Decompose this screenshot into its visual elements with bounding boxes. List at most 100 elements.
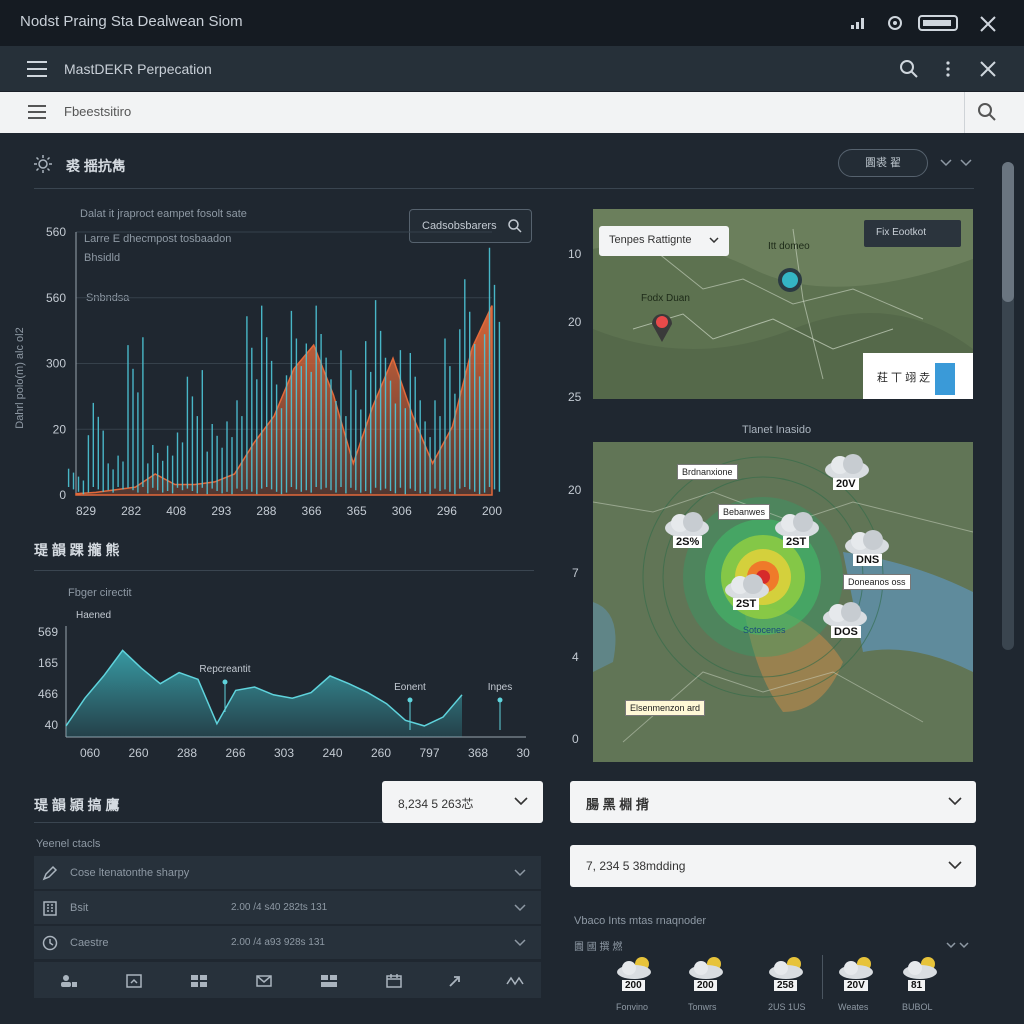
- radar-chip: Elsenmenzon ard: [625, 700, 706, 716]
- search-submit-icon[interactable]: [978, 103, 996, 121]
- x-tick-label: 296: [437, 504, 457, 518]
- radar-chip: Doneanos oss: [843, 574, 911, 590]
- map-pin-red-icon[interactable]: [649, 309, 675, 343]
- chevron-down-icon[interactable]: [940, 157, 972, 169]
- map-bottom-caption: Tlanet Inasido: [742, 424, 812, 436]
- calendar-icon[interactable]: [386, 974, 402, 988]
- x-tick-label: 368: [468, 746, 488, 760]
- chevron-down-icon[interactable]: [946, 942, 970, 950]
- settings-row[interactable]: Bsit 2.00 /4 s40 282ts 131: [34, 891, 541, 925]
- map-top-y-tick: 20: [568, 315, 582, 329]
- dashboard-toggle-button[interactable]: 圚裘 翟: [838, 149, 928, 177]
- y-tick-label: 0: [59, 488, 66, 502]
- annotation-dot: [222, 679, 228, 685]
- map-fix-button[interactable]: Fix Eootkot: [864, 220, 961, 247]
- users-icon[interactable]: [60, 974, 78, 988]
- forecast-label: Weates: [838, 1002, 869, 1012]
- cloud-label: DNS: [853, 554, 883, 566]
- row-value: 2.00 /4 s40 282ts 131: [231, 902, 328, 913]
- scrollbar-thumb[interactable]: [1002, 162, 1014, 302]
- search-bar: Fbeestsitiro: [0, 92, 1024, 133]
- x-tick-label: 200: [482, 504, 502, 518]
- legend-search-icon[interactable]: [508, 219, 522, 233]
- weather-icon[interactable]: [686, 955, 730, 981]
- y-tick-label: 40: [45, 718, 59, 732]
- x-tick-label: 366: [302, 504, 322, 518]
- chart-icon[interactable]: [126, 974, 142, 988]
- search-divider: [964, 92, 965, 133]
- apps-icon[interactable]: [320, 974, 338, 988]
- y-tick-label: 300: [46, 357, 66, 371]
- map-radar[interactable]: Brdnanxione Bebanwes Doneanos oss Elsenm…: [593, 442, 973, 762]
- map-bottom-y-tick: 7: [572, 566, 579, 580]
- map-type-label: Tenpes Rattignte: [609, 234, 692, 246]
- weather-icon[interactable]: [766, 955, 810, 981]
- x-tick-label: 260: [128, 746, 148, 760]
- x-tick-label: 797: [419, 746, 439, 760]
- controls-title: 瑅 韻 頴 搞 鷹: [34, 797, 120, 813]
- x-tick-label: 240: [322, 746, 342, 760]
- menu-icon[interactable]: [27, 60, 47, 78]
- forecast-temp: 200: [694, 980, 717, 991]
- settings-row[interactable]: Caestre 2.00 /4 a93 928s 131: [34, 926, 541, 960]
- forecast-temp: 20V: [844, 980, 868, 991]
- chevron-down-icon[interactable]: [948, 797, 962, 805]
- x-tick-label: 303: [274, 746, 294, 760]
- map-label-2: Itt domeo: [768, 241, 810, 252]
- chart1-plot: 560560300200829 282 408 293 288 366 365 306 296 2…: [46, 225, 502, 518]
- map-bottom-y-tick: 20: [568, 483, 582, 497]
- weather-icon[interactable]: [900, 955, 944, 981]
- map-top[interactable]: Tenpes Rattignte Fix Eootkot Fodx Duan I…: [593, 209, 973, 399]
- list-icon[interactable]: [28, 104, 46, 120]
- close-icon[interactable]: [980, 61, 996, 77]
- search-input[interactable]: Fbeestsitiro: [64, 104, 131, 119]
- x-tick-label: 300: [516, 746, 530, 760]
- cloud-label: DOS: [831, 626, 861, 638]
- radar-label: Sotocenes: [743, 625, 786, 635]
- annotation-label: Inpes: [488, 682, 512, 693]
- pen-icon: [42, 865, 58, 881]
- x-tick-label: 288: [177, 746, 197, 760]
- range-dropdown[interactable]: 7, 234 5 38mdding: [570, 845, 976, 887]
- forecast-label: Fonvino: [616, 1002, 649, 1012]
- mail-icon[interactable]: [256, 974, 272, 988]
- forecast-title: Vbaco Ints mtas rnaqnoder: [574, 915, 707, 927]
- close-window-icon[interactable]: [980, 16, 996, 32]
- chevron-down-icon[interactable]: [514, 869, 526, 877]
- weather-icon[interactable]: [614, 955, 658, 981]
- chevron-down-icon[interactable]: [514, 797, 528, 805]
- y-tick-label: 20: [53, 422, 67, 436]
- map-legend-label: 荰 丅 翊 赱: [877, 372, 931, 384]
- forecast-temp: 258: [774, 980, 797, 991]
- more-options-icon[interactable]: [945, 60, 951, 78]
- chevron-down-icon[interactable]: [514, 939, 526, 947]
- y-tick-label: 560: [46, 225, 66, 239]
- category-dropdown[interactable]: 腸 黑 棩 揹: [570, 781, 976, 823]
- map-bottom-y-tick: 0: [572, 732, 579, 746]
- share-icon[interactable]: [448, 974, 466, 988]
- wave-icon[interactable]: [506, 974, 526, 988]
- map-bottom-y-tick: 4: [572, 650, 579, 664]
- forecast-subtitle: 圚 國 撰 燃: [574, 942, 623, 953]
- forecast-label: Tonwrs: [688, 1002, 717, 1012]
- dashboard-title: 裘 揺抗雋: [66, 158, 126, 174]
- x-tick-label: 408: [166, 504, 186, 518]
- map-top-y-tick: 10: [568, 247, 582, 261]
- chevron-down-icon[interactable]: [948, 861, 962, 869]
- forecast-label: BUBOL: [902, 1002, 933, 1012]
- settings-row[interactable]: Cose ltenatonthe sharpy: [34, 856, 541, 890]
- chevron-down-icon[interactable]: [514, 904, 526, 912]
- cloud-label: 20V: [833, 478, 859, 490]
- cloud-label: 2S%: [673, 536, 703, 548]
- settings-icon[interactable]: [886, 14, 904, 32]
- weather-icon[interactable]: [836, 955, 880, 981]
- map-pin-teal-icon[interactable]: [777, 267, 805, 295]
- search-icon[interactable]: [900, 60, 918, 78]
- x-tick-label: 306: [392, 504, 412, 518]
- x-tick-label: 293: [211, 504, 231, 518]
- x-tick-label: 288: [256, 504, 276, 518]
- grid-icon[interactable]: [190, 974, 208, 988]
- range-dropdown-label: 7, 234 5 38mdding: [586, 859, 686, 873]
- chevron-down-icon[interactable]: [709, 237, 719, 243]
- row-label: Caestre: [70, 937, 109, 949]
